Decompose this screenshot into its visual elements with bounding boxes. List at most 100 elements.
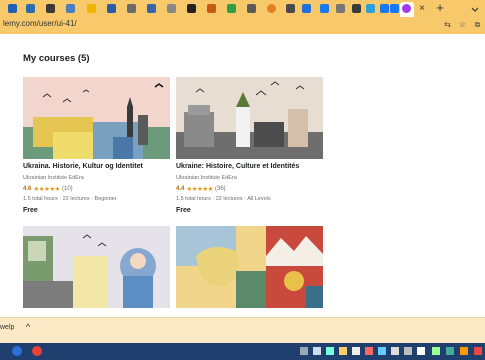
browser-tab[interactable] <box>334 2 347 15</box>
translate-icon[interactable]: ⇆ <box>443 20 452 29</box>
extension-icon[interactable]: ⧉ <box>473 20 482 29</box>
browser-tab[interactable] <box>125 2 138 15</box>
tray-icon[interactable] <box>460 347 468 355</box>
tab-favicon-icon <box>66 4 75 13</box>
course-title[interactable]: Ukraine: Histoire, Culture et Identités <box>176 163 299 170</box>
window-menu-icon[interactable] <box>470 4 480 14</box>
browser-tab[interactable] <box>64 2 77 15</box>
course-meta: 1.5 total hours · 22 lectures · Beginner <box>23 196 117 202</box>
tab-favicon-icon <box>207 4 216 13</box>
browser-tab[interactable] <box>225 2 238 15</box>
browser-tab[interactable] <box>364 2 377 15</box>
chrome-icon[interactable] <box>32 346 42 356</box>
tab-favicon-icon <box>227 4 236 13</box>
download-bar: welp ^ <box>0 317 485 344</box>
rating-value: 4.6 <box>23 186 32 192</box>
tab-favicon-icon <box>302 4 311 13</box>
course-thumbnail[interactable] <box>176 77 323 159</box>
course-price: Free <box>176 207 191 214</box>
course-instructor: Ukrainian Institute EdEra <box>176 175 237 181</box>
browser-tab-strip: × + <box>0 0 485 17</box>
bookmark-icon[interactable]: ☆ <box>458 20 467 29</box>
browser-tab[interactable] <box>6 2 19 15</box>
tab-favicon-icon <box>127 4 136 13</box>
browser-tab[interactable] <box>350 2 363 15</box>
course-card[interactable]: Ukraina. Historie, Kultur og Identitet U… <box>23 77 170 227</box>
browser-tab[interactable] <box>318 2 331 15</box>
browser-tab[interactable] <box>24 2 37 15</box>
taskbar <box>0 343 485 360</box>
tab-favicon-icon <box>187 4 196 13</box>
course-thumbnail[interactable] <box>23 77 170 159</box>
tab-close-button[interactable]: × <box>416 2 428 15</box>
course-title[interactable]: Ukraina. Historie, Kultur og Identitet <box>23 163 143 170</box>
rating-value: 4.4 <box>176 186 185 192</box>
tray-icon[interactable] <box>300 347 308 355</box>
tab-favicon-icon <box>87 4 96 13</box>
course-meta: 1.5 total hours · 22 lectures · All Leve… <box>176 196 271 202</box>
tray-icon[interactable] <box>326 347 334 355</box>
browser-tab[interactable] <box>284 2 297 15</box>
tab-favicon-icon <box>402 4 411 13</box>
tray-icon[interactable] <box>365 347 373 355</box>
tab-favicon-icon <box>352 4 361 13</box>
tray-icon[interactable] <box>313 347 321 355</box>
rating-count: (10) <box>61 186 73 192</box>
browser-tab[interactable] <box>205 2 218 15</box>
rating-stars-icon: ★★★★★ <box>33 186 60 193</box>
browser-tab[interactable] <box>85 2 98 15</box>
page-content: My courses (5) Ukraina. Historie, Kultur… <box>0 34 485 317</box>
course-card[interactable]: Ukraine: Histoire, Culture et Identités … <box>176 77 323 227</box>
tab-favicon-icon <box>336 4 345 13</box>
course-instructor: Ukrainian Institute EdEra <box>23 175 84 181</box>
tab-favicon-icon <box>390 4 399 13</box>
tab-favicon-icon <box>267 4 276 13</box>
tab-favicon-icon <box>8 4 17 13</box>
url-text[interactable]: lemy.com/user/ui-41/ <box>3 19 77 28</box>
browser-tab[interactable] <box>265 2 278 15</box>
tab-favicon-icon <box>46 4 55 13</box>
browser-tab[interactable] <box>165 2 178 15</box>
new-tab-button[interactable]: + <box>434 1 446 15</box>
browser-tab[interactable] <box>185 2 198 15</box>
tray-icon[interactable] <box>446 347 454 355</box>
tab-favicon-icon <box>147 4 156 13</box>
tab-favicon-icon <box>320 4 329 13</box>
tray-icon[interactable] <box>378 347 386 355</box>
course-card[interactable] <box>176 226 323 316</box>
tab-favicon-icon <box>366 4 375 13</box>
browser-tab-active[interactable] <box>400 2 414 17</box>
browser-tab[interactable] <box>300 2 313 15</box>
tab-favicon-icon <box>247 4 256 13</box>
tray-icon[interactable] <box>339 347 347 355</box>
tray-icon[interactable] <box>391 347 399 355</box>
course-thumbnail[interactable] <box>23 226 170 308</box>
tray-icon[interactable] <box>474 347 482 355</box>
course-thumbnail-image <box>176 226 323 308</box>
course-rating: 4.6 ★★★★★ (10) <box>23 185 73 193</box>
tray-icon[interactable] <box>417 347 425 355</box>
tab-favicon-icon <box>167 4 176 13</box>
rating-count: (36) <box>214 186 226 192</box>
course-price: Free <box>23 207 38 214</box>
tray-icon[interactable] <box>352 347 360 355</box>
rating-stars-icon: ★★★★★ <box>186 186 213 193</box>
browser-tab[interactable] <box>145 2 158 15</box>
course-rating: 4.4 ★★★★★ (36) <box>176 185 226 193</box>
browser-tab[interactable] <box>245 2 258 15</box>
course-thumbnail-image <box>176 77 323 159</box>
tray-icon[interactable] <box>404 347 412 355</box>
address-bar: lemy.com/user/ui-41/ ⇆ ☆ ⧉ <box>0 17 485 34</box>
start-icon[interactable] <box>12 346 22 356</box>
course-thumbnail-image <box>23 226 170 308</box>
download-item[interactable]: welp <box>0 324 14 331</box>
course-card[interactable] <box>23 226 170 316</box>
browser-tab[interactable] <box>105 2 118 15</box>
browser-tab[interactable] <box>44 2 57 15</box>
course-thumbnail-image <box>23 77 170 159</box>
tray-icon[interactable] <box>432 347 440 355</box>
page-title: My courses (5) <box>23 53 90 64</box>
chevron-up-icon[interactable]: ^ <box>26 322 30 332</box>
tab-favicon-icon <box>286 4 295 13</box>
course-thumbnail[interactable] <box>176 226 323 308</box>
